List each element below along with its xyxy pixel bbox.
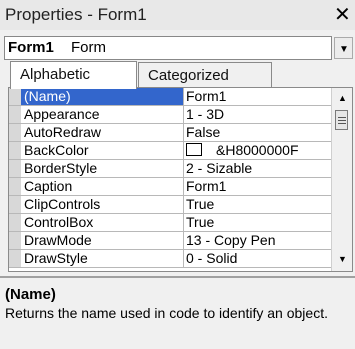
property-row-borderstyle[interactable]: BorderStyle 2 - Sizable	[9, 160, 332, 178]
property-grid: (Name) Form1 Appearance 1 - 3D AutoRedra…	[8, 87, 353, 272]
property-name: AutoRedraw	[21, 124, 184, 141]
row-gutter	[9, 178, 21, 195]
row-gutter	[9, 124, 21, 141]
row-gutter	[9, 250, 21, 267]
property-row-caption[interactable]: Caption Form1	[9, 178, 332, 196]
property-row-controlbox[interactable]: ControlBox True	[9, 214, 332, 232]
close-icon[interactable]: ✕	[334, 2, 351, 27]
property-value[interactable]: True	[186, 214, 332, 231]
description-pane: (Name) Returns the name used in code to …	[0, 276, 355, 349]
description-title: (Name)	[5, 286, 56, 303]
tab-label: Alphabetic	[20, 66, 91, 83]
property-name: BorderStyle	[21, 160, 184, 177]
color-swatch	[186, 143, 202, 156]
tab-alphabetic[interactable]: Alphabetic	[10, 61, 137, 89]
property-value[interactable]: 0 - Solid	[186, 250, 332, 267]
property-name: DrawMode	[21, 232, 184, 249]
property-value[interactable]: 1 - 3D	[186, 106, 332, 123]
row-gutter	[9, 106, 21, 123]
property-row-clipcontrols[interactable]: ClipControls True	[9, 196, 332, 214]
property-value[interactable]: 13 - Copy Pen	[186, 232, 332, 249]
row-gutter	[9, 214, 21, 231]
property-value-backcolor[interactable]: &H8000000F	[186, 142, 332, 159]
property-value: &H8000000F	[216, 142, 299, 158]
object-selector[interactable]: Form1 Form	[4, 36, 332, 60]
property-value[interactable]: False	[186, 124, 332, 141]
description-text: Returns the name used in code to identif…	[5, 305, 328, 321]
property-row-backcolor[interactable]: BackColor &H8000000F	[9, 142, 332, 160]
property-row-name[interactable]: (Name) Form1	[9, 88, 332, 106]
property-value[interactable]: Form1	[186, 88, 332, 105]
window-title: Properties - Form1	[5, 5, 147, 24]
object-selector-dropdown-button[interactable]: ▼	[334, 37, 353, 59]
row-gutter	[9, 88, 21, 105]
property-name: Appearance	[21, 106, 184, 123]
vertical-scrollbar[interactable]: ▲ ▼	[331, 88, 352, 271]
property-name: BackColor	[21, 142, 184, 159]
chevron-down-icon: ▼	[339, 44, 349, 55]
row-gutter	[9, 232, 21, 249]
object-name: Form1	[8, 39, 54, 56]
property-name: ClipControls	[21, 196, 184, 213]
property-row-appearance[interactable]: Appearance 1 - 3D	[9, 106, 332, 124]
property-name: DrawStyle	[21, 250, 184, 267]
tab-categorized[interactable]: Categorized	[138, 62, 272, 88]
object-type: Form	[71, 39, 106, 56]
property-value[interactable]: 2 - Sizable	[186, 160, 332, 177]
property-value[interactable]: Form1	[186, 178, 332, 195]
property-value[interactable]: True	[186, 196, 332, 213]
property-row-drawmode[interactable]: DrawMode 13 - Copy Pen	[9, 232, 332, 250]
row-gutter	[9, 142, 21, 159]
row-gutter	[9, 160, 21, 177]
property-name: Caption	[21, 178, 184, 195]
property-name: (Name)	[21, 88, 184, 105]
scroll-down-icon[interactable]: ▼	[338, 254, 347, 264]
scroll-thumb[interactable]	[335, 110, 348, 130]
property-row-drawstyle[interactable]: DrawStyle 0 - Solid	[9, 250, 332, 268]
scroll-up-icon[interactable]: ▲	[338, 93, 347, 103]
tab-label: Categorized	[148, 67, 229, 84]
title-bar: Properties - Form1 ✕	[0, 0, 355, 30]
property-name: ControlBox	[21, 214, 184, 231]
property-row-autoredraw[interactable]: AutoRedraw False	[9, 124, 332, 142]
row-gutter	[9, 196, 21, 213]
